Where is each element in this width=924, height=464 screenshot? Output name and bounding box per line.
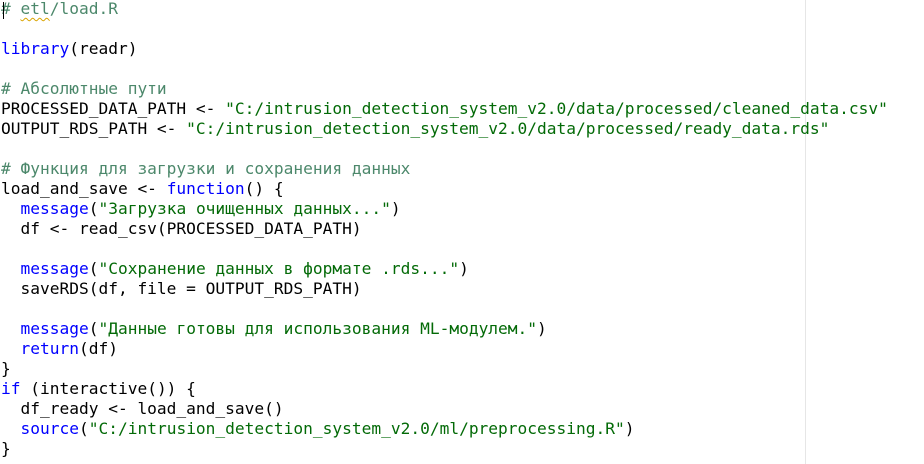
code-string: "Сохранение данных в формате .rds..." — [98, 259, 460, 278]
code-function: message — [20, 199, 89, 218]
code-string: "C:/intrusion_detection_system_v2.0/data… — [225, 99, 888, 118]
code-string: "C:/intrusion_detection_system_v2.0/data… — [186, 119, 830, 138]
code-line[interactable]: OUTPUT_RDS_PATH <- "C:/intrusion_detecti… — [1, 119, 888, 139]
code-text: df_ready <- load_and_save() — [1, 399, 284, 418]
code-text: ) — [624, 419, 635, 438]
code-line[interactable] — [1, 299, 888, 319]
code-line[interactable]: message("Сохранение данных в формате .rd… — [1, 259, 888, 279]
code-line[interactable]: PROCESSED_DATA_PATH <- "C:/intrusion_det… — [1, 99, 888, 119]
code-line[interactable]: } — [1, 359, 888, 379]
code-text: ) — [537, 319, 547, 338]
code-keyword: function — [166, 179, 245, 198]
code-line[interactable]: # etl/load.R — [1, 0, 888, 19]
code-text: } — [1, 439, 11, 458]
code-line[interactable] — [1, 59, 888, 79]
code-line[interactable]: load_and_save <- function() { — [1, 179, 888, 199]
code-text: df <- read_csv(PROCESSED_DATA_PATH) — [1, 219, 362, 238]
code-area[interactable]: # etl/load.R library(readr) # Абсолютные… — [1, 0, 888, 459]
code-text: () { — [244, 179, 284, 198]
code-line[interactable]: return(df) — [1, 339, 888, 359]
code-text: (readr) — [69, 39, 138, 58]
code-text: (interactive()) { — [20, 379, 196, 398]
code-line[interactable] — [1, 239, 888, 259]
code-string: "C:/intrusion_detection_system_v2.0/ml/p… — [88, 419, 625, 438]
code-line[interactable]: # Функция для загрузки и сохранения данн… — [1, 159, 888, 179]
code-text: (df) — [78, 339, 118, 358]
code-text: load_and_save <- — [1, 179, 167, 198]
code-function: source — [20, 419, 79, 438]
code-line[interactable]: if (interactive()) { — [1, 379, 888, 399]
code-line[interactable]: source("C:/intrusion_detection_system_v2… — [1, 419, 888, 439]
code-text: PROCESSED_DATA_PATH <- — [1, 99, 226, 118]
code-text: saveRDS(df, file = OUTPUT_RDS_PATH) — [1, 279, 362, 298]
code-text: ( — [78, 419, 89, 438]
code-string: "Данные готовы для использования ML-моду… — [98, 319, 538, 338]
code-editor[interactable]: # etl/load.R library(readr) # Абсолютные… — [0, 0, 924, 464]
code-text: ) — [390, 199, 401, 218]
code-text: ) — [459, 259, 469, 278]
code-line[interactable] — [1, 19, 888, 39]
code-line[interactable]: library(readr) — [1, 39, 888, 59]
code-line[interactable] — [1, 139, 888, 159]
code-keyword: return — [20, 339, 79, 358]
code-line[interactable]: message("Загрузка очищенных данных...") — [1, 199, 888, 219]
code-comment: /load.R — [49, 0, 118, 18]
code-comment-misspelled: etl — [20, 0, 50, 18]
code-line[interactable]: } — [1, 439, 888, 459]
code-function: message — [20, 319, 89, 338]
code-function: library — [1, 39, 70, 58]
code-line[interactable]: df <- read_csv(PROCESSED_DATA_PATH) — [1, 219, 888, 239]
code-comment: # Абсолютные пути — [1, 79, 167, 98]
code-function: message — [20, 259, 89, 278]
code-string: "Загрузка очищенных данных..." — [98, 199, 391, 218]
text-cursor — [3, 2, 4, 19]
code-text: } — [1, 359, 11, 378]
code-comment: # Функция для загрузки и сохранения данн… — [1, 159, 411, 178]
code-keyword: if — [1, 379, 21, 398]
code-line[interactable]: message("Данные готовы для использования… — [1, 319, 888, 339]
code-line[interactable]: df_ready <- load_and_save() — [1, 399, 888, 419]
code-line[interactable]: # Абсолютные пути — [1, 79, 888, 99]
code-text: OUTPUT_RDS_PATH <- — [1, 119, 187, 138]
code-line[interactable]: saveRDS(df, file = OUTPUT_RDS_PATH) — [1, 279, 888, 299]
